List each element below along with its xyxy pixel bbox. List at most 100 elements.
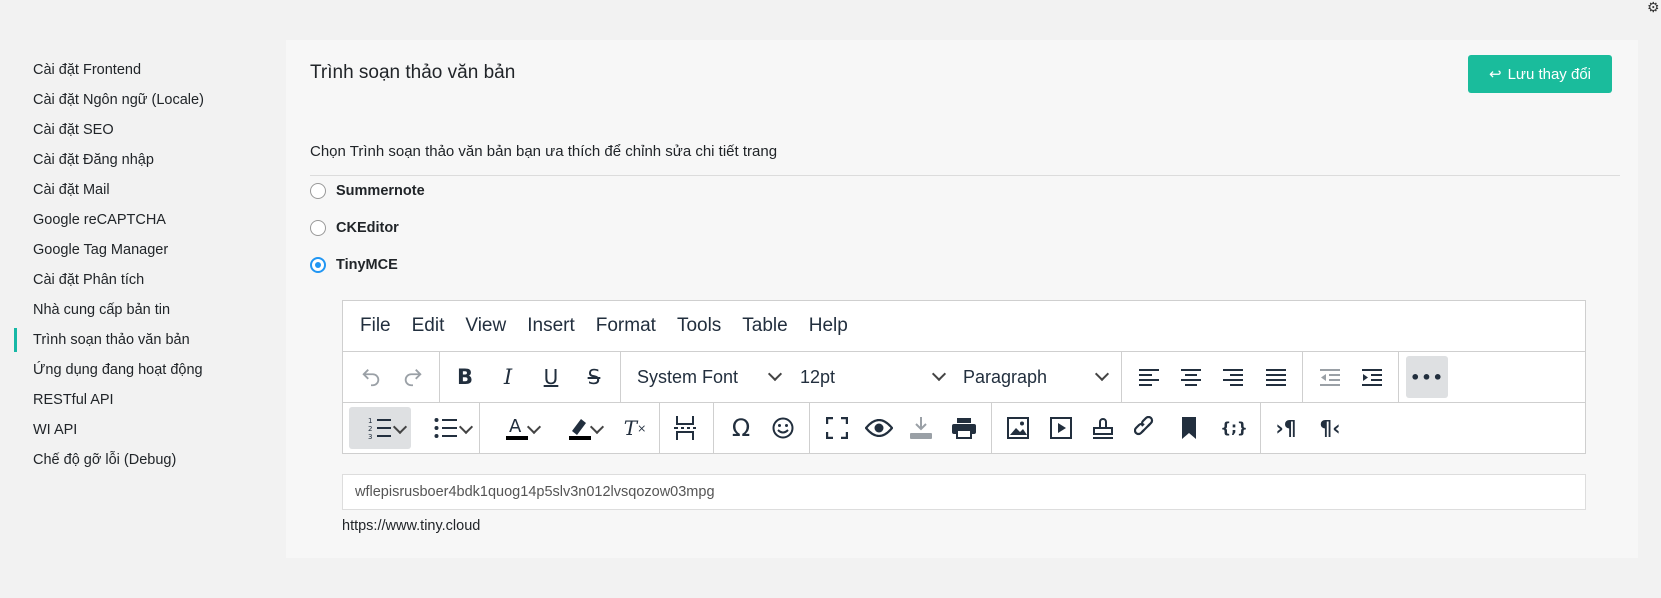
chevron-down-icon <box>458 419 474 435</box>
clear-formatting-icon[interactable]: T × <box>615 407 655 449</box>
outdent-icon[interactable] <box>1314 361 1346 393</box>
radio-ckeditor[interactable]: CKEditor <box>310 220 399 236</box>
emoticons-icon[interactable] <box>765 407 801 449</box>
save-button-label: Lưu thay đổi <box>1507 65 1591 83</box>
sidebar-item-login[interactable]: Cài đặt Đăng nhập <box>0 145 285 175</box>
undo-icon[interactable] <box>355 361 387 393</box>
code-sample-icon[interactable]: {;} <box>1214 407 1254 449</box>
block-format-select[interactable]: Paragraph <box>963 352 1113 402</box>
sidebar-item-active-apps[interactable]: Ứng dụng đang hoạt động <box>0 355 285 385</box>
page-break-icon[interactable] <box>667 407 703 449</box>
radio-button[interactable] <box>310 183 326 199</box>
sidebar-item-frontend[interactable]: Cài đặt Frontend <box>0 55 285 85</box>
preview-icon[interactable] <box>861 407 897 449</box>
chevron-down-icon <box>767 366 783 382</box>
more-options-icon[interactable]: ••• <box>1406 356 1448 398</box>
toolbar-separator <box>991 403 992 454</box>
align-left-icon[interactable] <box>1133 361 1165 393</box>
menu-edit[interactable]: Edit <box>412 315 445 337</box>
radio-tinymce[interactable]: TinyMCE <box>310 257 398 273</box>
toolbar-separator <box>620 352 621 402</box>
tinymce-editor: File Edit View Insert Format Tools Table… <box>342 300 1586 454</box>
settings-sidebar: Cài đặt Frontend Cài đặt Ngôn ngữ (Local… <box>0 55 285 475</box>
sidebar-item-seo[interactable]: Cài đặt SEO <box>0 115 285 145</box>
italic-icon[interactable]: I <box>492 361 524 393</box>
align-justify-icon[interactable] <box>1260 361 1292 393</box>
radio-label: TinyMCE <box>336 257 398 273</box>
sidebar-item-tag-manager[interactable]: Google Tag Manager <box>0 235 285 265</box>
divider <box>310 175 1620 176</box>
radio-label: CKEditor <box>336 220 399 236</box>
image-icon[interactable] <box>1000 407 1036 449</box>
sidebar-item-locale[interactable]: Cài đặt Ngôn ngữ (Locale) <box>0 85 285 115</box>
block-format-value: Paragraph <box>963 366 1048 387</box>
chevron-down-icon <box>589 419 605 435</box>
ltr-icon[interactable]: ›¶ <box>1268 407 1304 449</box>
print-icon[interactable] <box>946 407 982 449</box>
align-center-icon[interactable] <box>1175 361 1207 393</box>
menu-tools[interactable]: Tools <box>677 315 721 337</box>
font-size-value: 12pt <box>800 366 836 387</box>
align-right-icon[interactable] <box>1217 361 1249 393</box>
menu-insert[interactable]: Insert <box>527 315 575 337</box>
gear-icon[interactable]: ⚙ <box>1647 0 1661 14</box>
bullet-list-icon[interactable] <box>415 407 477 449</box>
toolbar-separator <box>1260 403 1261 454</box>
radio-button-checked[interactable] <box>310 257 326 273</box>
svg-text:3: 3 <box>368 433 372 439</box>
sidebar-item-recaptcha[interactable]: Google reCAPTCHA <box>0 205 285 235</box>
sidebar-item-text-editor[interactable]: Trình soạn thảo văn bản <box>0 325 285 355</box>
numbered-list-icon[interactable]: 123 <box>349 407 411 449</box>
strikethrough-icon[interactable]: S <box>578 361 610 393</box>
menu-view[interactable]: View <box>465 315 506 337</box>
editor-description: Chọn Trình soạn thảo văn bản bạn ưa thíc… <box>310 143 778 160</box>
menu-table[interactable]: Table <box>742 315 787 337</box>
template-stamp-icon[interactable] <box>1085 407 1121 449</box>
chevron-down-icon <box>392 419 408 435</box>
svg-text:A: A <box>509 416 522 437</box>
api-key-input[interactable] <box>342 474 1586 510</box>
svg-text:2: 2 <box>368 425 372 433</box>
chevron-down-icon <box>1094 366 1110 382</box>
sidebar-item-debug[interactable]: Chế độ gỡ lỗi (Debug) <box>0 445 285 475</box>
sidebar-item-mail[interactable]: Cài đặt Mail <box>0 175 285 205</box>
media-icon[interactable] <box>1043 407 1079 449</box>
toolbar-separator <box>1121 352 1122 402</box>
toolbar-separator <box>659 403 660 454</box>
return-arrow-icon: ↩ <box>1488 66 1502 83</box>
editor-toolbar-secondary: 123 A T × Ω {;} ›¶ ¶‹ <box>343 403 1585 454</box>
radio-summernote[interactable]: Summernote <box>310 183 425 199</box>
redo-icon[interactable] <box>397 361 429 393</box>
radio-label: Summernote <box>336 183 425 199</box>
tiny-cloud-url[interactable]: https://www.tiny.cloud <box>342 518 480 534</box>
toolbar-separator <box>479 403 480 454</box>
editor-toolbar-primary: B I U S System Font 12pt Paragraph ••• <box>343 352 1585 403</box>
font-size-select[interactable]: 12pt <box>800 352 950 402</box>
sidebar-item-analytics[interactable]: Cài đặt Phân tích <box>0 265 285 295</box>
highlight-color-icon[interactable] <box>552 407 608 449</box>
bookmark-icon[interactable] <box>1171 407 1207 449</box>
radio-button[interactable] <box>310 220 326 236</box>
special-character-icon[interactable]: Ω <box>723 407 759 449</box>
sidebar-item-wi-api[interactable]: WI API <box>0 415 285 445</box>
text-color-icon[interactable]: A <box>489 407 545 449</box>
toolbar-separator <box>439 352 440 402</box>
underline-icon[interactable]: U <box>535 361 567 393</box>
chevron-down-icon <box>931 366 947 382</box>
settings-panel: Trình soạn thảo văn bản ↩ Lưu thay đổi C… <box>286 40 1638 558</box>
menu-help[interactable]: Help <box>809 315 848 337</box>
save-button[interactable]: ↩ Lưu thay đổi <box>1468 55 1612 93</box>
font-family-select[interactable]: System Font <box>637 352 787 402</box>
sidebar-item-restful-api[interactable]: RESTful API <box>0 385 285 415</box>
rtl-icon[interactable]: ¶‹ <box>1312 407 1348 449</box>
indent-icon[interactable] <box>1356 361 1388 393</box>
menu-file[interactable]: File <box>360 315 391 337</box>
menu-format[interactable]: Format <box>596 315 656 337</box>
link-icon[interactable] <box>1128 407 1164 449</box>
sidebar-item-newsletter[interactable]: Nhà cung cấp bản tin <box>0 295 285 325</box>
save-icon[interactable] <box>903 407 939 449</box>
fullscreen-icon[interactable] <box>819 407 855 449</box>
font-family-value: System Font <box>637 366 739 387</box>
bold-icon[interactable]: B <box>449 361 481 393</box>
editor-menubar: File Edit View Insert Format Tools Table… <box>343 301 1585 352</box>
